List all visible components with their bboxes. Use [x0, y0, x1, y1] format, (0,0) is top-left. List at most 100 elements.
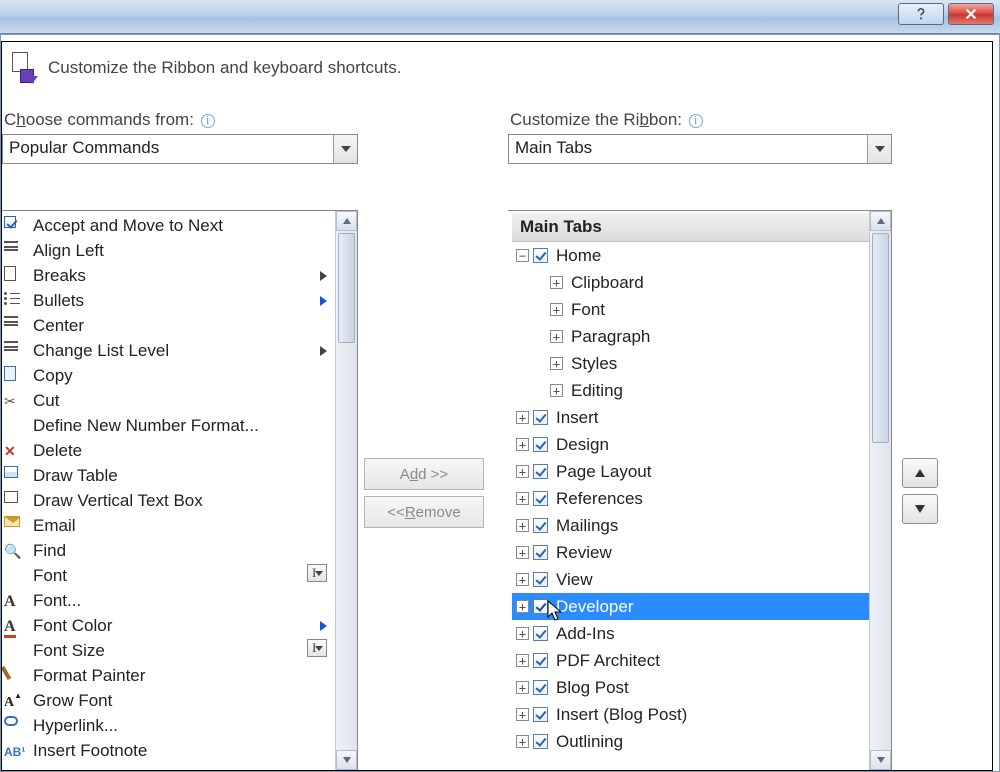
tree-node[interactable]: −Home	[512, 242, 869, 269]
tree-node[interactable]: +PDF Architect	[512, 647, 869, 674]
command-label: Align Left	[33, 241, 104, 261]
expand-button[interactable]: +	[550, 384, 563, 397]
checkbox[interactable]	[533, 626, 548, 641]
command-item[interactable]: Breaks	[2, 263, 335, 288]
tree-node[interactable]: +Developer	[512, 593, 869, 620]
expand-button[interactable]: +	[516, 492, 529, 505]
checkbox[interactable]	[533, 464, 548, 479]
expand-button[interactable]: +	[516, 681, 529, 694]
choose-commands-combo[interactable]: Popular Commands	[2, 134, 358, 164]
customize-ribbon-combo[interactable]: Main Tabs	[508, 134, 892, 164]
tree-node[interactable]: +Design	[512, 431, 869, 458]
checkbox[interactable]	[533, 545, 548, 560]
scrollbar[interactable]	[335, 211, 357, 770]
command-item[interactable]: Accept and Move to Next	[2, 213, 335, 238]
commands-panel: Choose commands from: i Popular Commands…	[2, 102, 358, 770]
expand-button[interactable]: +	[516, 465, 529, 478]
command-item[interactable]: Center	[2, 313, 335, 338]
command-item[interactable]: Font Size	[2, 638, 335, 663]
command-item[interactable]: Draw Vertical Text Box	[2, 488, 335, 513]
checkbox[interactable]	[533, 707, 548, 722]
move-down-button[interactable]	[902, 494, 938, 524]
ribbon-tree[interactable]: Main Tabs −Home+Clipboard+Font+Paragraph…	[508, 210, 892, 770]
close-button[interactable]	[948, 3, 994, 25]
tree-node[interactable]: +Paragraph	[512, 323, 869, 350]
checkbox[interactable]	[533, 680, 548, 695]
expand-button[interactable]: +	[516, 411, 529, 424]
tree-node[interactable]: +Blog Post	[512, 674, 869, 701]
checkbox[interactable]	[533, 437, 548, 452]
command-item[interactable]: 🔍Find	[2, 538, 335, 563]
checkbox[interactable]	[533, 653, 548, 668]
expand-button[interactable]: +	[550, 330, 563, 343]
tree-node[interactable]: +Insert	[512, 404, 869, 431]
help-button[interactable]	[898, 3, 944, 25]
expand-button[interactable]: +	[550, 303, 563, 316]
command-item[interactable]: ✕Delete	[2, 438, 335, 463]
info-icon[interactable]: i	[201, 114, 215, 128]
tree-node[interactable]: +Editing	[512, 377, 869, 404]
checkbox[interactable]	[533, 734, 548, 749]
tree-node[interactable]: +Review	[512, 539, 869, 566]
add-button[interactable]: Add >>	[364, 458, 484, 490]
command-item[interactable]: Define New Number Format...	[2, 413, 335, 438]
command-item[interactable]: Format Painter	[2, 663, 335, 688]
checkbox[interactable]	[533, 518, 548, 533]
tree-node[interactable]: +Mailings	[512, 512, 869, 539]
scrollbar[interactable]	[869, 211, 891, 770]
tree-node[interactable]: +References	[512, 485, 869, 512]
scroll-down-button[interactable]	[870, 750, 891, 770]
expand-button[interactable]: +	[516, 573, 529, 586]
command-item[interactable]: AB¹Insert Footnote	[2, 738, 335, 763]
command-item[interactable]: Email	[2, 513, 335, 538]
command-item[interactable]: A▲Grow Font	[2, 688, 335, 713]
tree-node[interactable]: +Outlining	[512, 728, 869, 755]
command-item[interactable]: Draw Table	[2, 463, 335, 488]
command-item[interactable]: Hyperlink...	[2, 713, 335, 738]
dropdown-button[interactable]	[333, 135, 357, 163]
checkbox[interactable]	[533, 599, 548, 614]
expand-button[interactable]: +	[550, 357, 563, 370]
checkbox[interactable]	[533, 248, 548, 263]
scroll-thumb[interactable]	[338, 233, 355, 343]
dropdown-button[interactable]	[867, 135, 891, 163]
command-item[interactable]: AFont...	[2, 588, 335, 613]
scroll-up-button[interactable]	[336, 211, 357, 231]
remove-button[interactable]: << Remove	[364, 496, 484, 528]
expand-button[interactable]: +	[516, 438, 529, 451]
command-item[interactable]: AFont Color	[2, 613, 335, 638]
checkbox[interactable]	[533, 572, 548, 587]
tree-node[interactable]: +Font	[512, 296, 869, 323]
checkbox[interactable]	[533, 410, 548, 425]
move-up-button[interactable]	[902, 458, 938, 488]
tree-node[interactable]: +Add-Ins	[512, 620, 869, 647]
commands-listbox[interactable]: Accept and Move to Next Align LeftBreaksB…	[2, 210, 358, 770]
expand-button[interactable]: +	[516, 654, 529, 667]
command-item[interactable]: Bullets	[2, 288, 335, 313]
expand-button[interactable]: +	[516, 546, 529, 559]
tree-node[interactable]: +View	[512, 566, 869, 593]
expand-button[interactable]: +	[516, 735, 529, 748]
tree-node[interactable]: +Clipboard	[512, 269, 869, 296]
expand-button[interactable]: +	[516, 627, 529, 640]
expand-button[interactable]: +	[516, 708, 529, 721]
tree-node[interactable]: +Insert (Blog Post)	[512, 701, 869, 728]
scroll-thumb[interactable]	[872, 233, 889, 443]
checkbox[interactable]	[533, 491, 548, 506]
expand-button[interactable]: +	[516, 519, 529, 532]
command-item[interactable]: Copy	[2, 363, 335, 388]
intro-row: Customize the Ribbon and keyboard shortc…	[2, 42, 992, 92]
command-item[interactable]: Change List Level	[2, 338, 335, 363]
scroll-up-button[interactable]	[870, 211, 891, 231]
expand-button[interactable]: +	[516, 600, 529, 613]
collapse-button[interactable]: −	[516, 249, 529, 262]
chevron-down-icon	[875, 146, 885, 152]
command-item[interactable]: Align Left	[2, 238, 335, 263]
command-item[interactable]: Font	[2, 563, 335, 588]
tree-node[interactable]: +Styles	[512, 350, 869, 377]
command-item[interactable]: ✂Cut	[2, 388, 335, 413]
info-icon[interactable]: i	[689, 114, 703, 128]
expand-button[interactable]: +	[550, 276, 563, 289]
tree-node[interactable]: +Page Layout	[512, 458, 869, 485]
scroll-down-button[interactable]	[336, 750, 357, 770]
